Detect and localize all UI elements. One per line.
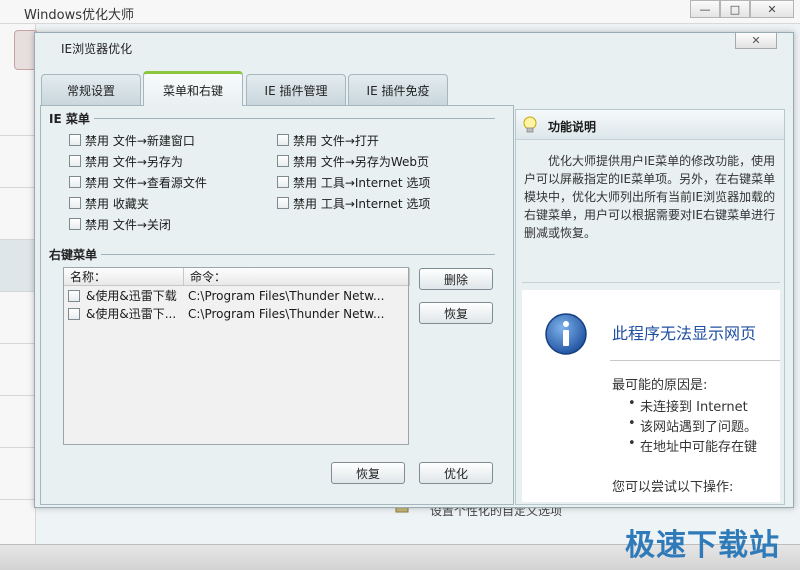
row-checkbox[interactable] (68, 290, 80, 302)
column-header-name[interactable]: 名称： (64, 268, 184, 286)
checkbox-box[interactable] (277, 197, 289, 209)
context-menu-list[interactable]: 名称： 命令： &使用&迅雷下载 C:\Program Files\Thunde… (63, 267, 410, 445)
checkbox-box[interactable] (277, 155, 289, 167)
maximize-button[interactable]: □ (720, 0, 750, 18)
checkbox-disable-close[interactable]: 禁用 文件→关闭 (69, 216, 171, 232)
help-title: 功能说明 (548, 120, 597, 134)
sidebar-cell[interactable] (0, 240, 36, 292)
checkbox-box[interactable] (69, 155, 81, 167)
restore-button[interactable]: 恢复 (331, 462, 405, 484)
tab-content: IE 菜单 禁用 文件→新建窗口 禁用 文件→另存为 禁用 文件→查看源文件 禁… (40, 105, 514, 505)
sidebar-cell[interactable] (0, 396, 36, 448)
dialog-title: IE浏览器优化 (61, 42, 133, 56)
web-error-reason: 该网站遇到了问题。 (628, 416, 757, 435)
checkbox-box[interactable] (69, 197, 81, 209)
web-error-try: 您可以尝试以下操作: (612, 480, 734, 495)
web-error-subtitle: 最可能的原因是: (612, 378, 708, 393)
row-command: C:\Program Files\Thunder Netw... (188, 289, 384, 303)
table-row[interactable]: &使用&迅雷下... C:\Program Files\Thunder Netw… (64, 305, 408, 323)
main-titlebar: Windows优化大师 — □ ✕ (0, 0, 800, 24)
checkbox-box[interactable] (277, 134, 289, 146)
help-description: 优化大师提供用户IE菜单的修改功能，使用户可以屏蔽指定的IE菜单项。另外，在右键… (524, 154, 776, 240)
web-error-reason: 在地址中可能存在键 (628, 436, 757, 455)
sidebar-cell[interactable] (0, 292, 36, 344)
main-window-title: Windows优化大师 (24, 8, 135, 23)
window-controls: — □ ✕ (690, 0, 794, 20)
ie-menu-label: IE 菜单 (49, 110, 94, 127)
help-panel: 功能说明 优化大师提供用户IE菜单的修改功能，使用户可以屏蔽指定的IE菜单项。另… (515, 109, 785, 505)
main-left-sidebar (0, 24, 36, 544)
sidebar-cell[interactable] (0, 448, 36, 500)
checkbox-disable-save-web[interactable]: 禁用 文件→另存为Web页 (277, 153, 429, 169)
table-row[interactable]: &使用&迅雷下载 C:\Program Files\Thunder Netw..… (64, 287, 408, 305)
row-command: C:\Program Files\Thunder Netw... (188, 307, 384, 321)
help-header: 功能说明 (516, 110, 784, 140)
dialog-close-button[interactable]: ✕ (735, 33, 777, 49)
info-icon (545, 313, 587, 355)
ie-optimize-dialog: IE浏览器优化 ✕ 常规设置 菜单和右键 IE 插件管理 IE 插件免疫 IE … (34, 32, 794, 508)
row-name: &使用&迅雷下载 (86, 289, 177, 303)
checkbox-box[interactable] (69, 176, 81, 188)
checkbox-box[interactable] (69, 218, 81, 230)
sidebar-cell[interactable] (0, 188, 36, 240)
web-error-title: 此程序无法显示网页 (612, 324, 757, 343)
section-divider (49, 254, 495, 255)
checkbox-box[interactable] (69, 134, 81, 146)
tab-plugin-immune[interactable]: IE 插件免疫 (348, 74, 448, 106)
section-divider (49, 118, 495, 119)
web-divider (610, 360, 780, 361)
row-name: &使用&迅雷下... (86, 307, 177, 321)
tab-plugin-manage[interactable]: IE 插件管理 (246, 74, 346, 106)
checkbox-disable-internet-options-1[interactable]: 禁用 工具→Internet 选项 (277, 174, 430, 190)
help-divider (522, 282, 780, 283)
checkbox-disable-view-source[interactable]: 禁用 文件→查看源文件 (69, 174, 207, 190)
dialog-titlebar: IE浏览器优化 ✕ (35, 33, 793, 73)
delete-button[interactable]: 删除 (419, 268, 493, 290)
list-header: 名称： 命令： (64, 268, 410, 286)
checkbox-disable-internet-options-2[interactable]: 禁用 工具→Internet 选项 (277, 195, 430, 211)
row-checkbox[interactable] (68, 308, 80, 320)
tab-menu-context[interactable]: 菜单和右键 (143, 71, 243, 106)
checkbox-disable-favorites[interactable]: 禁用 收藏夹 (69, 195, 149, 211)
sidebar-cell[interactable] (0, 136, 36, 188)
web-error-reason: 未连接到 Internet (628, 396, 748, 415)
context-menu-label: 右键菜单 (49, 246, 102, 263)
restore-entry-button[interactable]: 恢复 (419, 302, 493, 324)
tab-general[interactable]: 常规设置 (41, 74, 141, 106)
embedded-web-view[interactable]: 此程序无法显示网页 最可能的原因是: 未连接到 Internet 该网站遇到了问… (522, 290, 780, 502)
minimize-button[interactable]: — (690, 0, 720, 18)
optimize-button[interactable]: 优化 (419, 462, 493, 484)
close-button[interactable]: ✕ (750, 0, 794, 18)
checkbox-disable-open[interactable]: 禁用 文件→打开 (277, 132, 379, 148)
watermark: 极速下载站 (625, 528, 780, 563)
lightbulb-icon (523, 116, 537, 133)
checkbox-disable-save-as[interactable]: 禁用 文件→另存为 (69, 153, 183, 169)
sidebar-cell[interactable] (0, 84, 36, 136)
checkbox-box[interactable] (277, 176, 289, 188)
column-header-command[interactable]: 命令： (184, 268, 410, 286)
sidebar-cell[interactable] (0, 344, 36, 396)
checkbox-disable-new-window[interactable]: 禁用 文件→新建窗口 (69, 132, 195, 148)
